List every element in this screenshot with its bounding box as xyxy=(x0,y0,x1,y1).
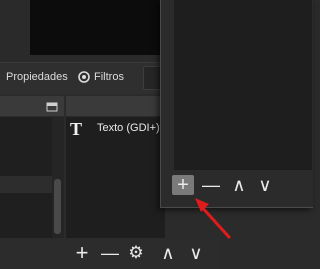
remove-source-button[interactable]: — xyxy=(99,242,121,264)
arrow-annotation xyxy=(195,198,231,239)
filters-label: Filtros xyxy=(94,71,124,83)
plus-icon: + xyxy=(177,174,189,196)
properties-label: Propiedades xyxy=(6,71,68,83)
move-down-button[interactable]: ∨ xyxy=(254,175,276,195)
chevron-down-icon: ∨ xyxy=(258,175,272,195)
popup-list[interactable] xyxy=(174,0,312,170)
text-icon: T xyxy=(70,119,83,139)
scrollbar-thumb[interactable] xyxy=(54,179,61,234)
gear-icon: ⚙ xyxy=(128,243,144,262)
minus-icon: — xyxy=(101,243,119,263)
move-down-button[interactable]: ∨ xyxy=(186,242,206,264)
move-up-button[interactable]: ∧ xyxy=(158,242,178,264)
filters-button[interactable]: Filtros xyxy=(77,66,124,88)
minus-icon: — xyxy=(202,175,220,195)
list-item[interactable] xyxy=(0,176,52,193)
source-item-label[interactable]: Texto (GDI+) xyxy=(97,122,160,134)
remove-button[interactable]: — xyxy=(200,175,222,195)
source-settings-button[interactable]: ⚙ xyxy=(126,242,146,264)
move-up-button[interactable]: ∧ xyxy=(228,175,250,195)
chevron-up-icon: ∧ xyxy=(232,175,246,195)
plus-icon: + xyxy=(75,240,89,265)
preview-canvas xyxy=(30,0,164,55)
undock-icon[interactable] xyxy=(46,99,60,112)
add-button[interactable]: + xyxy=(172,175,194,195)
chevron-up-icon: ∧ xyxy=(161,243,175,263)
sources-header xyxy=(66,96,165,116)
filters-icon xyxy=(78,71,90,83)
chevron-down-icon: ∨ xyxy=(189,243,203,263)
add-source-button[interactable]: + xyxy=(72,242,92,264)
properties-button[interactable]: Propiedades xyxy=(6,66,68,88)
